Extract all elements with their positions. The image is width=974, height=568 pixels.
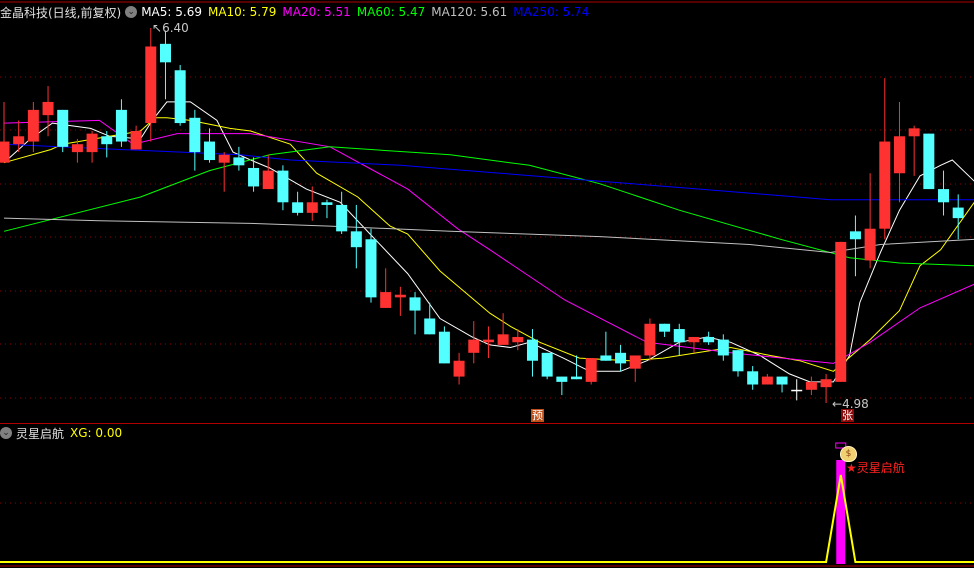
stock-chart[interactable] [0,0,974,568]
candle-body [688,336,700,343]
candle-body [424,318,436,335]
candle-body [115,109,127,142]
candle-body [512,336,524,343]
candle-body [101,136,113,145]
candle-body [409,297,421,311]
candle-body [0,141,10,163]
candle-body [629,355,641,369]
candle-body [27,109,39,142]
candle-body [468,339,480,353]
candle-body [791,389,803,392]
candle-body [952,207,964,219]
candle-body [189,117,201,153]
high-price-label: ↖6.40 [152,21,189,35]
xg-value-label: XG: 0.00 [70,426,123,440]
arrow-left-icon: ↖ [152,21,163,35]
candle-body [262,170,274,190]
candle-body [893,136,905,174]
ma-line-ma60 [3,146,974,267]
stock-title: 金晶科技(日线,前复权) [0,5,122,20]
ma-line-ma10 [3,117,974,372]
main-chart-header: 金晶科技(日线,前复权) ⌄ MA5: 5.69 MA10: 5.79 MA20… [0,3,595,21]
candle-body [86,133,98,153]
candle-body [453,360,465,377]
candle-body [820,379,832,388]
candle-body [218,154,230,163]
candle-body [130,130,142,150]
candle-body [556,376,568,382]
candle-body [13,136,25,145]
candle-body [761,376,773,385]
candle-body [350,231,362,248]
ma-line-ma250 [3,143,974,201]
candle-body [336,204,348,232]
candle-body [145,46,157,124]
candle-body [321,202,333,205]
candle-body [306,202,318,213]
candle-body [365,239,377,298]
candle-body [159,43,171,63]
candle-body [541,352,553,377]
candle-body [659,323,671,332]
candle-body [292,202,304,213]
rise-marker: 张 [841,409,854,422]
ma250-label: MA250: 5.74 [513,5,590,19]
ma20-label: MA20: 5.51 [282,5,351,19]
candle-body [526,339,538,361]
candle-body [644,323,656,356]
candle-body [908,128,920,137]
candle-body [673,329,685,343]
candle-body [585,358,597,382]
candle-body [438,331,450,364]
ma5-label: MA5: 5.69 [141,5,202,19]
candle-body [849,231,861,240]
candle-body [805,381,817,390]
candle-body [71,144,83,153]
candle-body [835,241,847,382]
candle-body [42,101,54,116]
pre-marker: 预 [531,409,544,422]
ma120-label: MA120: 5.61 [431,5,508,19]
candle-body [380,292,392,308]
candle-body [732,350,744,372]
candle-body [204,141,216,161]
candle-body [776,376,788,385]
candle-body [747,371,759,385]
candle-body [879,141,891,229]
candle-body [938,189,950,203]
ma10-label: MA10: 5.79 [207,5,277,19]
candle-body [394,294,406,298]
candle-body [600,355,612,361]
indicator-title: 灵星启航 [16,426,65,441]
sub-panel-header: ⌄ 灵星启航 XG: 0.00 [0,425,128,441]
chevron-down-circle-icon[interactable]: ⌄ [0,427,12,439]
candle-body [571,376,583,380]
ma60-label: MA60: 5.47 [356,5,426,19]
candle-body [864,228,876,261]
ma-line-ma20 [3,119,974,364]
candle-body [174,70,186,124]
candle-body [717,339,729,356]
candle-body [248,167,260,187]
candle-body [497,334,509,345]
candle-body [233,157,245,166]
chevron-down-circle-icon[interactable]: ⌄ [125,6,138,18]
candle-body [615,352,627,364]
signal-label: ★灵星启航 [846,461,905,475]
candle-body [703,336,715,343]
candle-body [482,339,494,343]
candle-body [923,133,935,190]
ma-line-ma120 [3,217,974,254]
xg-line [0,474,974,563]
candle-body [57,109,69,147]
candle-body [277,170,289,203]
